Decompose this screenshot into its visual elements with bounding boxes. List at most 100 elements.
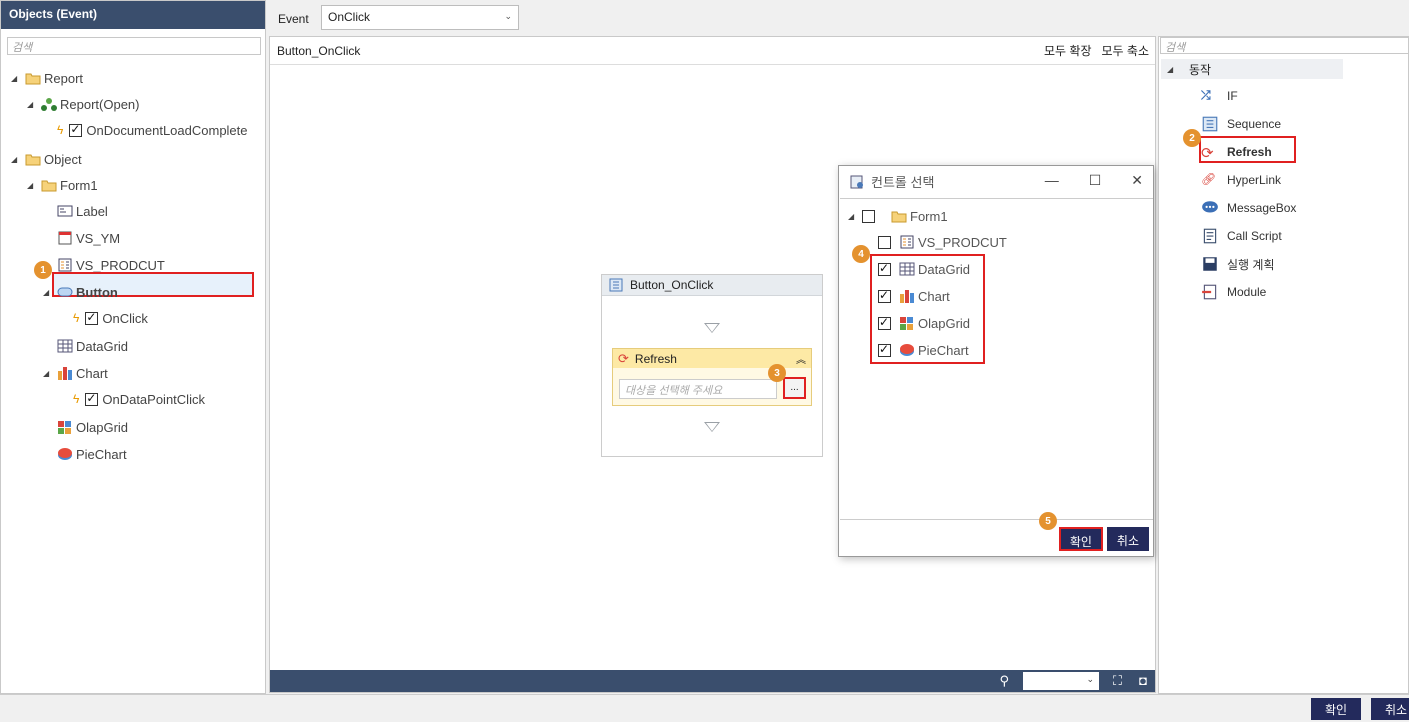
tree-item-chart[interactable]: ◢ Chart bbox=[43, 362, 108, 384]
tree-item-report-open[interactable]: ◢ Report(Open) bbox=[27, 93, 139, 115]
dialog-footer: 확인 취소 bbox=[1058, 527, 1149, 551]
canvas-tools: 모두 확장 모두 축소 bbox=[1044, 42, 1149, 59]
tree-label: VS_PRODCUT bbox=[76, 257, 165, 273]
expand-icon[interactable]: ◢ bbox=[1167, 65, 1177, 74]
dialog-item-vs-prodcut[interactable]: VS_PRODCUT bbox=[878, 230, 1007, 254]
flow-header: Button_OnClick bbox=[602, 275, 822, 296]
zoom-select[interactable]: ⌄ bbox=[1023, 672, 1099, 690]
event-checkbox[interactable] bbox=[85, 391, 99, 406]
event-toolbar: Event OnClick ⌄ bbox=[268, 0, 1409, 36]
folder-icon bbox=[25, 73, 41, 85]
expand-icon[interactable]: ◢ bbox=[11, 155, 21, 164]
grid-icon bbox=[57, 339, 73, 353]
tree-label: DataGrid bbox=[76, 338, 129, 354]
tree-item-vs-ym[interactable]: VS_YM bbox=[57, 227, 120, 249]
event-label: Event bbox=[278, 12, 309, 26]
dialog-cancel-button[interactable]: 취소 bbox=[1106, 527, 1149, 551]
objects-search-input[interactable]: 검색 bbox=[7, 37, 261, 55]
cancel-button[interactable]: 취소 bbox=[1371, 698, 1409, 720]
action-group-label: 동작 bbox=[1189, 62, 1212, 77]
action-messagebox[interactable]: MessageBox bbox=[1201, 197, 1296, 219]
ok-button[interactable]: 확인 bbox=[1311, 698, 1362, 720]
folder-icon bbox=[25, 154, 41, 166]
tree-item-piechart[interactable]: PieChart bbox=[57, 443, 127, 465]
folder-icon bbox=[891, 211, 907, 223]
tree-item-ondocumentloadcomplete[interactable]: ϟ OnDocumentLoadComplete bbox=[57, 119, 248, 141]
expand-icon[interactable]: ◢ bbox=[27, 100, 37, 109]
action-hyperlink[interactable]: 🔗︎ HyperLink bbox=[1201, 169, 1281, 191]
chevron-down-icon: ⌄ bbox=[1086, 674, 1094, 684]
tree-label: Label bbox=[76, 203, 108, 219]
window-controls: — ☐ ✕ bbox=[1045, 172, 1143, 189]
dialog-title: 컨트롤 선택 bbox=[871, 175, 935, 190]
collapse-caret-icon[interactable]: ︽ bbox=[796, 351, 806, 366]
expand-icon[interactable]: ◢ bbox=[43, 288, 53, 297]
tree-item-report[interactable]: ◢ Report bbox=[11, 67, 83, 89]
tree-item-label[interactable]: Label bbox=[57, 200, 108, 222]
minimap-icon[interactable]: ◘ bbox=[1139, 673, 1147, 688]
dialog-ok-button[interactable]: 확인 bbox=[1058, 527, 1103, 551]
checkbox[interactable] bbox=[862, 209, 875, 223]
browse-target-button[interactable]: ... bbox=[783, 377, 806, 399]
tree-label: OnDocumentLoadComplete bbox=[86, 122, 248, 138]
objects-panel: Objects (Event) 검색 ◢ Report ◢ Report(Ope… bbox=[0, 0, 266, 694]
message-icon bbox=[1202, 201, 1218, 213]
olap-icon bbox=[58, 421, 71, 434]
button-control-icon bbox=[57, 287, 73, 297]
action-sequence[interactable]: Sequence bbox=[1201, 113, 1281, 135]
dialog-item-label: VS_PRODCUT bbox=[918, 234, 1007, 250]
zoom-search-icon[interactable]: ⚲ bbox=[999, 673, 1009, 689]
action-execution-plan[interactable]: 실행 계획 bbox=[1201, 253, 1275, 275]
tree-label: VS_YM bbox=[76, 230, 121, 246]
tree-item-object[interactable]: ◢ Object bbox=[11, 148, 82, 170]
maximize-icon[interactable]: ☐ bbox=[1089, 172, 1102, 189]
sequence-icon bbox=[609, 278, 623, 292]
checkbox[interactable] bbox=[878, 235, 891, 249]
expand-icon[interactable]: ◢ bbox=[27, 181, 37, 190]
expand-icon[interactable]: ◢ bbox=[43, 369, 53, 378]
close-icon[interactable]: ✕ bbox=[1131, 172, 1143, 189]
event-checkbox[interactable] bbox=[69, 122, 83, 137]
event-select-value: OnClick bbox=[328, 10, 371, 24]
dialog-item-form1[interactable]: ◢ Form1 bbox=[848, 204, 948, 228]
collapse-all-button[interactable]: 모두 축소 bbox=[1102, 42, 1150, 59]
tree-label: Report(Open) bbox=[60, 96, 140, 112]
multi-select-icon bbox=[900, 235, 914, 249]
action-call-script[interactable]: Call Script bbox=[1201, 225, 1282, 247]
tree-label: OlapGrid bbox=[76, 419, 129, 435]
label-control-icon bbox=[57, 205, 73, 217]
dialog-item-label: Form1 bbox=[910, 208, 948, 224]
tree-item-form1[interactable]: ◢ Form1 bbox=[27, 174, 98, 196]
tree-item-button[interactable]: ◢ Button bbox=[43, 281, 118, 303]
flow-block[interactable]: Button_OnClick ⟳ Refresh ︽ 대상을 선택해 주세요 .… bbox=[601, 274, 823, 457]
tree-item-ondatapointclick[interactable]: ϟ OnDataPointClick bbox=[73, 388, 205, 410]
action-module[interactable]: Module bbox=[1201, 281, 1266, 303]
event-select[interactable]: OnClick ⌄ bbox=[321, 5, 519, 30]
action-group-header[interactable]: ◢ 동작 bbox=[1161, 59, 1343, 79]
tree-item-onclick[interactable]: ϟ OnClick bbox=[73, 307, 148, 329]
objects-panel-title: Objects (Event) bbox=[1, 1, 265, 29]
canvas-title: Button_OnClick bbox=[277, 44, 361, 58]
tree-item-datagrid[interactable]: DataGrid bbox=[57, 335, 128, 357]
tree-item-olapgrid[interactable]: OlapGrid bbox=[57, 416, 128, 438]
tree-label: OnClick bbox=[102, 310, 148, 326]
expand-icon[interactable]: ◢ bbox=[11, 74, 21, 83]
tree-label: OnDataPointClick bbox=[102, 391, 205, 407]
action-label: Module bbox=[1227, 285, 1267, 299]
action-label: 실행 계획 bbox=[1227, 257, 1275, 272]
refresh-node-title: Refresh bbox=[634, 351, 677, 366]
save-icon bbox=[1203, 257, 1217, 271]
event-checkbox[interactable] bbox=[85, 310, 99, 325]
divider bbox=[270, 64, 1155, 65]
flow-title: Button_OnClick bbox=[630, 278, 714, 292]
action-if[interactable]: ⤮ IF bbox=[1201, 85, 1238, 107]
step-badge-1: 1 bbox=[34, 261, 52, 279]
dialog-app-icon bbox=[850, 175, 863, 188]
minimize-icon[interactable]: — bbox=[1045, 172, 1059, 189]
fit-to-screen-icon[interactable]: ⛶ bbox=[1113, 673, 1122, 689]
actions-search-input[interactable]: 검색 bbox=[1160, 37, 1409, 54]
expand-all-button[interactable]: 모두 확장 bbox=[1044, 42, 1092, 59]
expand-icon[interactable]: ◢ bbox=[848, 212, 858, 221]
tree-label: Chart bbox=[76, 365, 108, 381]
target-input[interactable]: 대상을 선택해 주세요 bbox=[619, 379, 777, 399]
